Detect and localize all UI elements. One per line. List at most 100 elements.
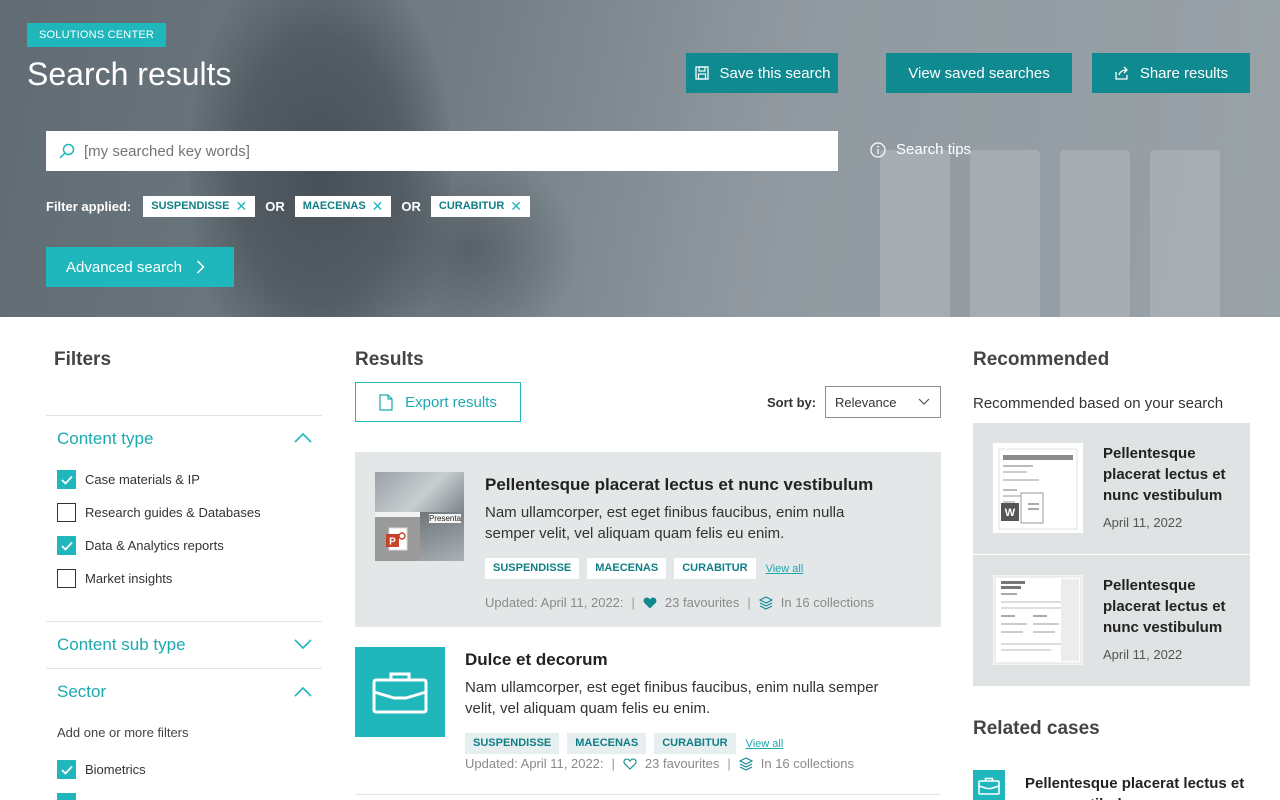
share-results-label: Share results	[1139, 64, 1229, 82]
export-results-button[interactable]: Export results	[355, 382, 521, 422]
result-tags: SUSPENDISSE MAECENAS CURABITUR View all	[485, 558, 803, 579]
agenda-document-thumbnail	[993, 575, 1083, 665]
checkbox[interactable]	[57, 503, 76, 522]
checkbox[interactable]	[57, 793, 76, 800]
tag[interactable]: SUSPENDISSE	[465, 733, 560, 754]
checkbox[interactable]	[57, 470, 76, 489]
close-icon[interactable]: ✕	[510, 196, 522, 217]
divider	[46, 415, 322, 416]
sort-value: Relevance	[835, 394, 897, 410]
tag[interactable]: MAECENAS	[587, 558, 667, 579]
related-cases-heading: Related cases	[973, 718, 1100, 739]
related-case-title[interactable]: Pellentesque placerat lectus et nunc ves…	[1025, 773, 1265, 800]
advanced-search-button[interactable]: Advanced search	[46, 247, 234, 287]
save-search-button[interactable]: Save this search	[686, 53, 838, 93]
result-tags: SUSPENDISSE MAECENAS CURABITUR View all	[465, 733, 783, 754]
document-icon	[379, 393, 393, 411]
favourites-count: 23 favourites	[664, 595, 740, 610]
check-icon	[60, 765, 73, 775]
filters-heading: Filters	[54, 349, 112, 370]
recommended-subheading: Recommended based on your search	[973, 395, 1224, 412]
search-input[interactable]	[84, 142, 784, 160]
content-type-toggle[interactable]: Content type	[57, 429, 153, 449]
view-saved-searches-label: View saved searches	[908, 64, 1050, 82]
search-tips-label: Search tips	[896, 141, 972, 158]
recommended-card[interactable]: Pellentesque placerat lectus et nunc ves…	[973, 555, 1250, 686]
divider	[46, 621, 322, 622]
tag[interactable]: CURABITUR	[654, 733, 736, 754]
result-thumbnail: Presenta P	[375, 472, 464, 561]
recommended-title[interactable]: Pellentesque placerat lectus et nunc ves…	[1103, 443, 1243, 506]
checkbox-data-analytics[interactable]: Data & Analytics reports	[57, 536, 224, 555]
recommended-date: April 11, 2022	[1103, 515, 1183, 530]
checkbox[interactable]	[57, 760, 76, 779]
recommended-heading: Recommended	[973, 349, 1110, 370]
chevron-right-icon	[196, 260, 205, 274]
filter-applied-label: Filter applied:	[46, 199, 132, 214]
checkbox-biometrics[interactable]: Biometrics	[57, 760, 146, 779]
view-saved-searches-button[interactable]: View saved searches	[886, 53, 1072, 93]
share-results-button[interactable]: Share results	[1092, 53, 1250, 93]
or-label: OR	[401, 199, 421, 214]
export-results-label: Export results	[405, 393, 497, 411]
briefcase-icon	[973, 770, 1005, 800]
checkbox[interactable]	[57, 569, 76, 588]
checkbox-case-materials[interactable]: Case materials & IP	[57, 470, 200, 489]
svg-text:P: P	[389, 537, 396, 548]
sector-toggle[interactable]: Sector	[57, 682, 106, 702]
heart-icon[interactable]	[643, 597, 657, 609]
filter-chip[interactable]: CURABITUR ✕	[430, 196, 531, 217]
page-title: Search results	[27, 56, 232, 92]
chevron-up-icon[interactable]	[294, 686, 312, 698]
sort-select[interactable]: Relevance	[825, 386, 941, 418]
sector-hint: Add one or more filters	[57, 725, 189, 740]
result-description: Nam ullamcorper, est eget finibus faucib…	[465, 679, 879, 717]
collections-count: In 16 collections	[760, 756, 854, 771]
results-heading: Results	[355, 349, 424, 370]
close-icon[interactable]: ✕	[235, 196, 247, 217]
filter-chip[interactable]: SUSPENDISSE ✕	[143, 196, 256, 217]
chevron-down-icon[interactable]	[294, 638, 312, 650]
heart-outline-icon[interactable]	[623, 757, 637, 770]
view-all-link[interactable]: View all	[766, 563, 804, 575]
result-meta: Updated: April 11, 2022: | 23 favourites…	[485, 595, 874, 610]
applied-filters: Filter applied: SUSPENDISSE ✕ OR MAECENAS…	[46, 196, 531, 217]
recommended-card[interactable]: W Pellentesque placerat lectus et nunc v…	[973, 423, 1250, 554]
briefcase-icon	[372, 672, 428, 714]
checkbox-market-insights[interactable]: Market insights	[57, 569, 172, 588]
search-bar	[46, 131, 838, 171]
search-tips-link[interactable]: Search tips	[870, 141, 971, 158]
recommended-title[interactable]: Pellentesque placerat lectus et nunc ves…	[1103, 575, 1243, 638]
filter-chip[interactable]: MAECENAS ✕	[294, 196, 392, 217]
collections-count: In 16 collections	[780, 595, 874, 610]
result-meta: Updated: April 11, 2022: | 23 favourites…	[465, 756, 854, 771]
word-document-thumbnail: W	[993, 443, 1083, 533]
check-icon	[60, 541, 73, 551]
sort-label: Sort by:	[767, 395, 817, 410]
tag[interactable]: CURABITUR	[674, 558, 756, 579]
or-label: OR	[265, 199, 285, 214]
chevron-up-icon[interactable]	[294, 432, 312, 444]
info-icon	[870, 141, 886, 158]
checkbox-research-guides[interactable]: Research guides & Databases	[57, 503, 261, 522]
thumbnail-text: Presenta	[429, 514, 462, 523]
favourites-count: 23 favourites	[644, 756, 720, 771]
checkbox[interactable]	[57, 536, 76, 555]
divider	[355, 794, 941, 795]
view-all-link[interactable]: View all	[746, 738, 784, 750]
tag[interactable]: SUSPENDISSE	[485, 558, 580, 579]
svg-text:W: W	[1005, 507, 1016, 519]
result-title[interactable]: Dulce et decorum	[465, 650, 608, 670]
result-title[interactable]: Pellentesque placerat lectus et nunc ves…	[485, 475, 873, 495]
divider	[46, 668, 322, 669]
save-icon	[694, 66, 709, 80]
updated-date: Updated: April 11, 2022:	[485, 595, 624, 610]
chevron-down-icon	[918, 398, 930, 405]
content-sub-type-toggle[interactable]: Content sub type	[57, 635, 186, 655]
close-icon[interactable]: ✕	[372, 196, 384, 217]
layers-icon	[758, 595, 773, 610]
tag[interactable]: MAECENAS	[567, 733, 647, 754]
result-thumbnail	[355, 647, 445, 737]
result-description: Nam ullamcorper, est eget finibus faucib…	[485, 504, 845, 542]
solutions-center-badge: SOLUTIONS CENTER	[27, 23, 167, 47]
